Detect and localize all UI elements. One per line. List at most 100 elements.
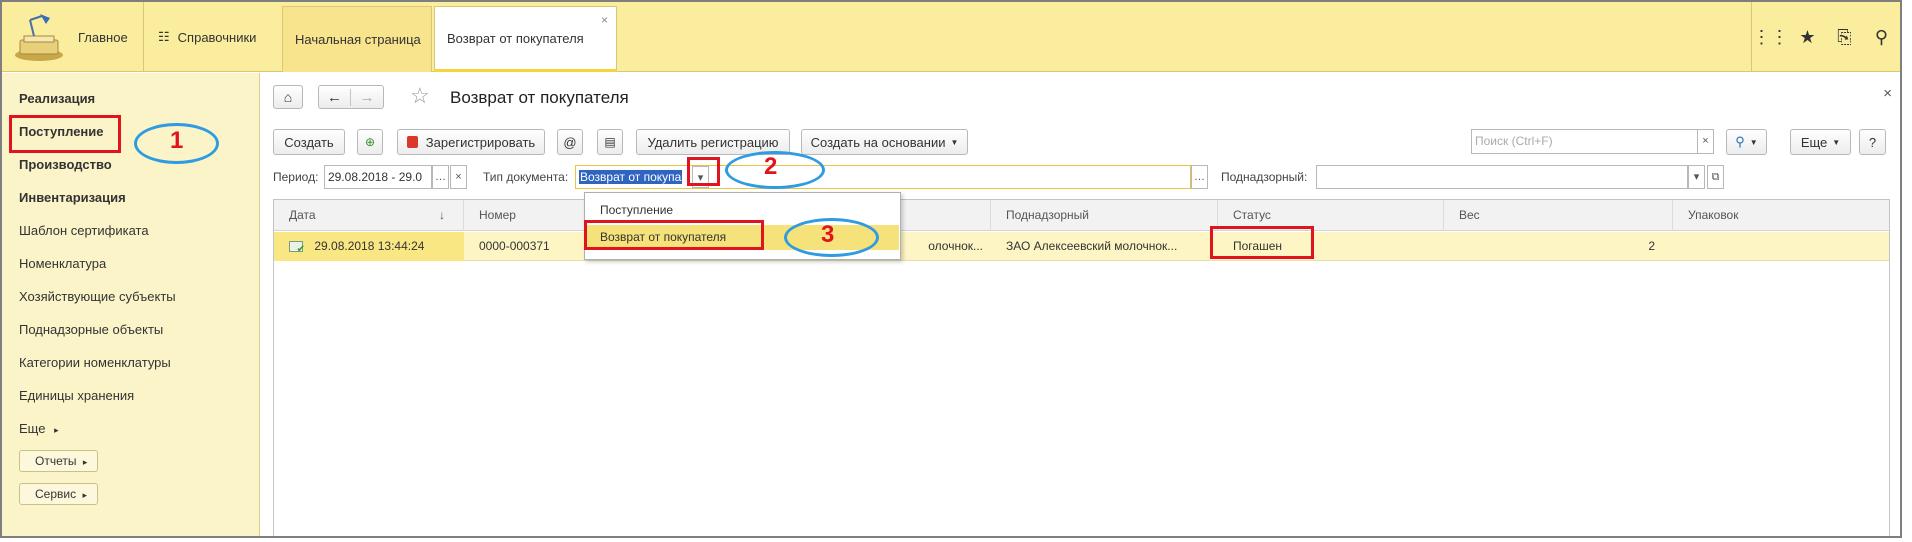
tab-start-page[interactable]: Начальная страница bbox=[282, 6, 432, 72]
search-icon[interactable]: ⚲ bbox=[1863, 2, 1900, 72]
sidebar-item-supervised-objects[interactable]: Поднадзорные объекты bbox=[19, 322, 163, 337]
page-title: Возврат от покупателя bbox=[450, 88, 629, 107]
supervised-open-icon[interactable]: ⧉ bbox=[1707, 165, 1724, 189]
table-row[interactable]: ✔ 29.08.2018 13:44:24 0000-000371 олочно… bbox=[274, 232, 1889, 261]
callout-number-2: 2 bbox=[764, 153, 778, 180]
highlight-box-dropdown-button bbox=[687, 157, 720, 186]
star-icon[interactable]: ★ bbox=[1789, 2, 1826, 72]
back-arrow-icon[interactable]: ← bbox=[319, 88, 352, 106]
period-clear-icon[interactable]: × bbox=[450, 165, 467, 189]
column-header-packages[interactable]: Упаковок bbox=[1673, 200, 1891, 231]
create-based-on-button[interactable]: Создать на основании ▼ bbox=[801, 129, 968, 155]
highlight-box-customer-return bbox=[584, 220, 764, 250]
doc-type-field[interactable]: Возврат от покупа bbox=[575, 165, 1191, 189]
documents-table: Дата ↓ Номер Поднадзорный Статус Вес Упа… bbox=[273, 199, 1890, 536]
list-icon: ☷ bbox=[158, 29, 170, 44]
column-date-label: Дата bbox=[289, 208, 316, 222]
copy-button[interactable]: ⊕ bbox=[357, 129, 383, 155]
nav-buttons: ← → bbox=[318, 85, 384, 109]
home-icon: ⌂ bbox=[283, 89, 293, 105]
tab-customer-return[interactable]: Возврат от покупателя × bbox=[434, 6, 617, 72]
tab-label: Возврат от покупателя bbox=[447, 30, 584, 46]
copy-icon: ⊕ bbox=[364, 135, 376, 149]
reports-button[interactable]: Отчеты ▸ bbox=[19, 450, 98, 472]
sidebar-more-label: Еще bbox=[19, 421, 46, 436]
printer-icon: ▤ bbox=[604, 135, 616, 149]
tab-close-icon[interactable]: × bbox=[601, 13, 608, 27]
home-label: Главное bbox=[78, 29, 128, 45]
sidebar-item-inventory[interactable]: Инвентаризация bbox=[19, 190, 126, 205]
forward-arrow-icon[interactable]: → bbox=[351, 89, 383, 106]
supervised-label: Поднадзорный: bbox=[1221, 170, 1308, 184]
top-right-icons: ⋮⋮ ★ ⎘ ⚲ bbox=[1751, 2, 1900, 72]
register-label: Зарегистрировать bbox=[425, 134, 536, 150]
create-based-label: Создать на основании bbox=[810, 134, 946, 150]
sidebar-more[interactable]: Еще ▸ bbox=[19, 421, 59, 436]
search-icon: ⚲ bbox=[1735, 134, 1745, 149]
row-weight: 2 bbox=[1648, 239, 1655, 253]
arrow-right-icon: ▸ bbox=[54, 425, 59, 435]
doc-type-value: Возврат от покупа bbox=[579, 170, 683, 184]
main-area: ⌂ ← → ☆ Возврат от покупателя × Создать … bbox=[261, 73, 1900, 536]
sidebar-item-nomenclature[interactable]: Номенклатура bbox=[19, 256, 106, 271]
period-field[interactable]: 29.08.2018 - 29.0 bbox=[324, 165, 432, 189]
sidebar-item-production[interactable]: Производство bbox=[19, 157, 112, 172]
row-supervised: ЗАО Алексеевский молочнок... bbox=[1006, 239, 1178, 253]
service-button[interactable]: Сервис ▸ bbox=[19, 483, 98, 505]
search-input[interactable]: Поиск (Ctrl+F) bbox=[1471, 129, 1714, 154]
create-button[interactable]: Создать bbox=[273, 129, 345, 155]
supervised-dropdown-icon[interactable]: ▾ bbox=[1688, 165, 1705, 189]
highlight-box-receipt bbox=[9, 115, 121, 153]
register-icon bbox=[406, 136, 418, 148]
column-header-date[interactable]: Дата ↓ bbox=[274, 200, 464, 231]
cell-date: ✔ 29.08.2018 13:44:24 bbox=[274, 232, 464, 261]
column-header-weight[interactable]: Вес bbox=[1444, 200, 1673, 231]
doc-type-label: Тип документа: bbox=[483, 170, 569, 184]
favorite-star-icon[interactable]: ☆ bbox=[410, 83, 430, 109]
dropdown-arrow-icon: ▼ bbox=[950, 137, 959, 147]
more-label: Еще bbox=[1800, 134, 1828, 150]
supervised-field[interactable] bbox=[1316, 165, 1688, 189]
home-logo-icon[interactable] bbox=[12, 10, 66, 64]
search-options-button[interactable]: ⚲ ▼ bbox=[1726, 129, 1767, 155]
dropdown-arrow-icon: ▼ bbox=[1749, 137, 1758, 147]
sidebar-item-storage-units[interactable]: Единицы хранения bbox=[19, 388, 134, 403]
top-bar: Главное ☷ Справочники Начальная страница… bbox=[2, 2, 1900, 72]
refs-label: Справочники bbox=[177, 29, 257, 45]
doc-type-select-icon[interactable]: … bbox=[1191, 165, 1208, 189]
home-section[interactable]: Главное bbox=[78, 2, 143, 72]
more-button[interactable]: Еще ▼ bbox=[1790, 129, 1851, 155]
service-label: Сервис bbox=[35, 487, 77, 501]
arrow-right-icon: ▸ bbox=[82, 490, 87, 500]
sidebar-item-sales[interactable]: Реализация bbox=[19, 91, 95, 106]
register-button[interactable]: Зарегистрировать bbox=[397, 129, 545, 155]
dropdown-arrow-icon: ▼ bbox=[1832, 137, 1841, 147]
callout-number-3: 3 bbox=[821, 221, 835, 248]
app-window: Главное ☷ Справочники Начальная страница… bbox=[0, 0, 1902, 538]
home-button[interactable]: ⌂ bbox=[273, 85, 303, 109]
period-select-icon[interactable]: … bbox=[432, 165, 449, 189]
email-button[interactable]: @ bbox=[557, 129, 583, 155]
grid-icon[interactable]: ⋮⋮ bbox=[1752, 2, 1789, 72]
highlight-box-status bbox=[1210, 226, 1314, 259]
print-button[interactable]: ▤ bbox=[597, 129, 623, 155]
arrow-right-icon: ▸ bbox=[82, 457, 88, 467]
sort-down-icon: ↓ bbox=[439, 208, 445, 222]
refs-section[interactable]: ☷ Справочники bbox=[143, 2, 275, 72]
period-label: Период: bbox=[273, 170, 319, 184]
sidebar-item-nomenclature-categories[interactable]: Категории номенклатуры bbox=[19, 355, 171, 370]
history-icon[interactable]: ⎘ bbox=[1826, 2, 1863, 72]
help-button[interactable]: ? bbox=[1859, 129, 1886, 155]
reports-label: Отчеты bbox=[35, 454, 77, 468]
document-posted-icon: ✔ bbox=[289, 241, 305, 255]
row-date: 29.08.2018 13:44:24 bbox=[314, 239, 425, 253]
row-packages bbox=[1673, 232, 1891, 261]
search-clear-icon[interactable]: × bbox=[1697, 129, 1714, 154]
close-form-icon[interactable]: × bbox=[1883, 85, 1892, 102]
callout-number-1: 1 bbox=[170, 127, 184, 154]
sidebar-item-certificate-template[interactable]: Шаблон сертификата bbox=[19, 223, 149, 238]
tab-label: Начальная страница bbox=[295, 32, 421, 47]
table-header: Дата ↓ Номер Поднадзорный Статус Вес Упа… bbox=[274, 200, 1889, 231]
column-header-supervised[interactable]: Поднадзорный bbox=[991, 200, 1218, 231]
sidebar-item-business-entities[interactable]: Хозяйствующие субъекты bbox=[19, 289, 176, 304]
